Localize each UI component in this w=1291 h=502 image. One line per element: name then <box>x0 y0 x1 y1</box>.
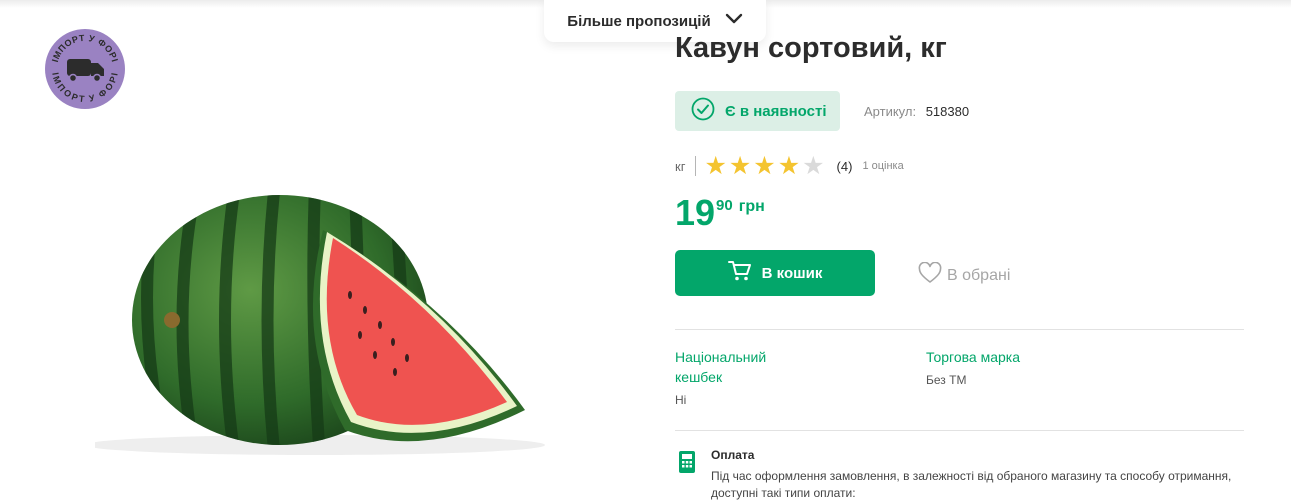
add-to-cart-button[interactable]: В кошик <box>675 250 875 296</box>
payment-title: Оплата <box>711 448 755 462</box>
divider <box>675 430 1244 431</box>
more-offers-label: Більше пропозицій <box>567 12 711 30</box>
review-count[interactable]: (4) <box>837 159 853 174</box>
price-currency: грн <box>738 198 765 215</box>
stock-status-badge: Є в наявності <box>675 91 840 131</box>
rating-stars[interactable]: ★ ★ ★ ★ ★ <box>704 153 824 179</box>
attribute-key[interactable]: Національний кешбек <box>675 347 785 387</box>
star-icon[interactable]: ★ <box>802 153 824 179</box>
attribute-cashback: Національний кешбек Ні <box>675 347 785 407</box>
review-text: 1 оцінка <box>862 160 904 172</box>
add-to-favorites-label: В обрані <box>947 266 1011 284</box>
attribute-brand: Торгова марка Без ТМ <box>926 347 1126 387</box>
unit-label: кг <box>675 158 686 174</box>
cart-icon <box>727 260 752 287</box>
product-title: Кавун сортовий, кг <box>675 32 947 64</box>
heart-icon <box>918 261 942 289</box>
add-to-favorites-button[interactable]: В обрані <box>918 261 1011 289</box>
sku-value: 518380 <box>925 104 970 119</box>
price-cents: 90 <box>716 197 733 214</box>
rating-row: кг ★ ★ ★ ★ ★ (4) 1 оцінка <box>675 153 904 179</box>
attribute-key[interactable]: Торгова марка <box>926 347 1126 367</box>
attribute-value: Ні <box>675 393 687 407</box>
price-integer: 19 <box>675 192 716 233</box>
price: 19 90 грн <box>675 193 765 233</box>
payment-text: Під час оформлення замовлення, в залежно… <box>711 469 1232 500</box>
star-icon[interactable]: ★ <box>704 153 726 179</box>
star-icon[interactable]: ★ <box>729 153 751 179</box>
payment-terminal-icon <box>677 450 697 479</box>
watermelon-image <box>85 195 545 455</box>
chevron-down-icon <box>725 12 743 30</box>
star-icon[interactable]: ★ <box>753 153 775 179</box>
attribute-value: Без ТМ <box>926 373 967 387</box>
divider <box>675 329 1244 330</box>
divider <box>695 156 697 176</box>
star-icon[interactable]: ★ <box>778 153 800 179</box>
sku-label: Артикул: <box>864 104 917 119</box>
import-badge: ІМПОРТ У ФОРІ ІМПОРТ У ФОРІ <box>45 29 125 109</box>
stock-label: Є в наявності <box>725 102 827 120</box>
product-image <box>85 160 575 480</box>
check-circle-icon <box>691 97 715 126</box>
add-to-cart-label: В кошик <box>761 264 823 282</box>
sku: Артикул: 518380 <box>864 104 969 119</box>
